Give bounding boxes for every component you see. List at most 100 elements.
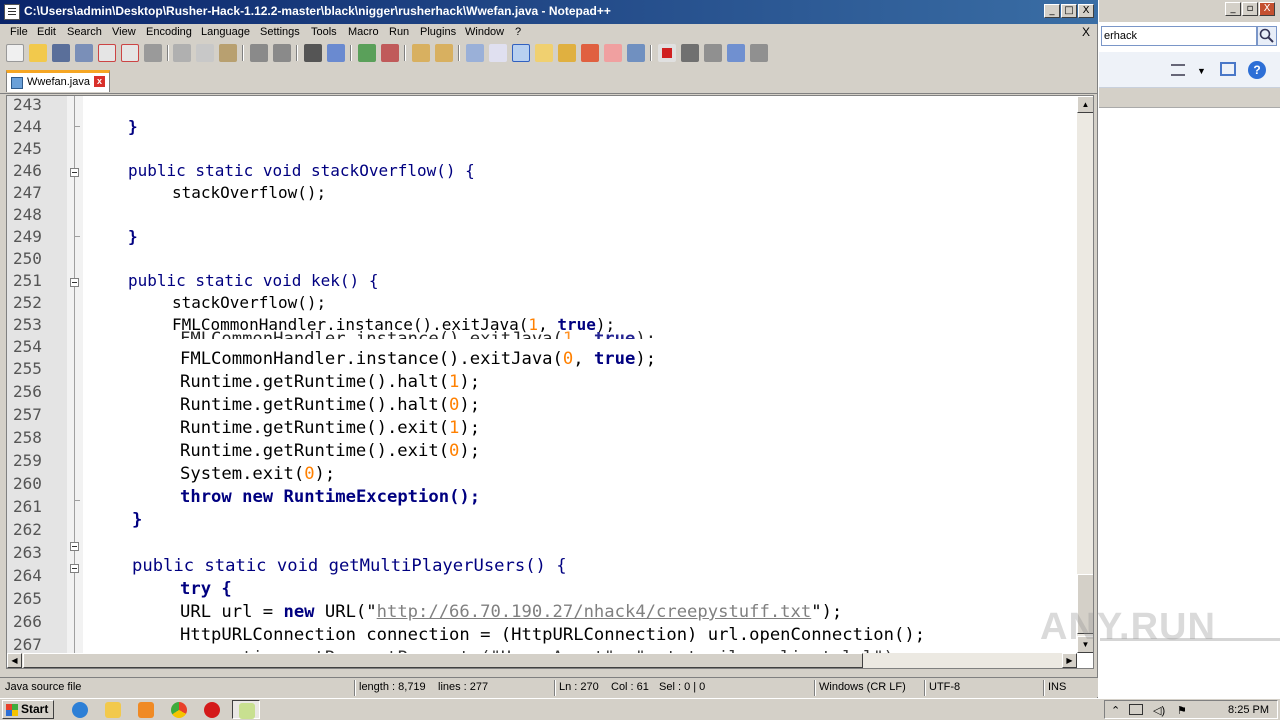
menu-run[interactable]: Run <box>389 26 409 38</box>
watermark: ANY.RUN <box>1040 606 1216 648</box>
code-line: Runtime.getRuntime().halt(0); <box>180 395 481 415</box>
stop-record-icon[interactable] <box>681 44 699 62</box>
sync-horizontal-icon[interactable] <box>435 44 453 62</box>
folder-workspace-icon[interactable] <box>604 44 622 62</box>
show-all-chars-icon[interactable] <box>489 44 507 62</box>
fold-toggle-icon[interactable] <box>70 168 79 177</box>
vertical-scrollbar[interactable]: ▲ ▼ <box>1077 96 1093 653</box>
flag-icon[interactable]: ⚑ <box>1177 704 1187 717</box>
code-line: URL url = new URL("http://66.70.190.27/n… <box>180 602 843 622</box>
save-macro-icon[interactable] <box>750 44 768 62</box>
menu-plugins[interactable]: Plugins <box>420 26 456 38</box>
line-number: 262 <box>13 520 42 539</box>
start-button[interactable]: Start <box>2 700 54 719</box>
zoom-out-icon[interactable] <box>381 44 399 62</box>
replace-icon[interactable] <box>327 44 345 62</box>
minimize-button[interactable]: _ <box>1044 4 1060 18</box>
search-input[interactable]: erhack <box>1101 26 1257 46</box>
open-file-icon[interactable] <box>29 44 47 62</box>
preview-pane-icon[interactable] <box>1220 62 1236 76</box>
function-list-icon[interactable] <box>581 44 599 62</box>
menu-settings[interactable]: Settings <box>260 26 300 38</box>
menu-view[interactable]: View <box>112 26 136 38</box>
doc-map-icon[interactable] <box>558 44 576 62</box>
user-lang-icon[interactable] <box>535 44 553 62</box>
eol-format: Windows (CR LF) <box>819 681 906 693</box>
menu-tools[interactable]: Tools <box>311 26 337 38</box>
menu-help[interactable]: ? <box>515 26 521 38</box>
redo-icon[interactable] <box>273 44 291 62</box>
bg-restore-button[interactable]: ▫ <box>1242 2 1258 16</box>
chevron-down-icon[interactable]: ▼ <box>1197 66 1206 76</box>
close-icon[interactable] <box>98 44 116 62</box>
run-multiple-icon[interactable] <box>727 44 745 62</box>
playback-icon[interactable] <box>704 44 722 62</box>
doc-length: length : 8,719 <box>359 681 426 693</box>
zoom-in-icon[interactable] <box>358 44 376 62</box>
fold-toggle-icon[interactable] <box>70 278 79 287</box>
indent-guide-icon[interactable] <box>512 44 530 62</box>
taskbar-chrome[interactable] <box>165 700 193 719</box>
menu-file[interactable]: File <box>10 26 28 38</box>
taskbar-explorer[interactable] <box>99 700 127 719</box>
code-line: public static void stackOverflow() { <box>128 161 475 180</box>
undo-icon[interactable] <box>250 44 268 62</box>
menu-macro[interactable]: Macro <box>348 26 379 38</box>
menu-language[interactable]: Language <box>201 26 250 38</box>
menu-window[interactable]: Window <box>465 26 504 38</box>
close-document-button[interactable]: X <box>1082 25 1090 39</box>
network-icon[interactable] <box>1129 704 1143 715</box>
line-number: 255 <box>13 359 42 378</box>
new-file-icon[interactable] <box>6 44 24 62</box>
code-line: stackOverflow(); <box>172 293 327 312</box>
maximize-button[interactable]: □ <box>1061 4 1077 18</box>
code-editor[interactable]: 243 244 245 246 247 248 249 250 251 252 … <box>6 95 1094 669</box>
record-macro-icon[interactable] <box>658 44 676 62</box>
volume-icon[interactable]: ◁) <box>1153 704 1165 717</box>
horizontal-scrollbar[interactable]: ◀ ▶ <box>7 653 1077 668</box>
line-number: 261 <box>13 497 42 516</box>
watermark-line <box>1100 638 1280 641</box>
notepad-app-icon <box>239 703 255 719</box>
help-icon[interactable]: ? <box>1248 61 1266 79</box>
view-options-icon[interactable] <box>1171 64 1185 76</box>
taskbar-opera[interactable] <box>198 700 226 719</box>
cut-icon[interactable] <box>173 44 191 62</box>
close-all-icon[interactable] <box>121 44 139 62</box>
notepadpp-window: C:\Users\admin\Desktop\Rusher-Hack-1.12.… <box>0 0 1098 698</box>
save-all-icon[interactable] <box>75 44 93 62</box>
scroll-up-icon[interactable]: ▲ <box>1077 96 1093 113</box>
tab-wwefan-java[interactable]: Wwefan.java x <box>6 70 110 92</box>
menu-edit[interactable]: Edit <box>37 26 56 38</box>
fold-toggle-icon[interactable] <box>70 542 79 551</box>
scroll-left-icon[interactable]: ◀ <box>7 653 22 668</box>
close-button[interactable]: X <box>1078 4 1094 18</box>
fold-toggle-icon[interactable] <box>70 564 79 573</box>
save-icon[interactable] <box>52 44 70 62</box>
scroll-right-icon[interactable]: ▶ <box>1062 653 1077 668</box>
menu-encoding[interactable]: Encoding <box>146 26 192 38</box>
title-bar[interactable]: C:\Users\admin\Desktop\Rusher-Hack-1.12.… <box>0 0 1098 24</box>
toolbar-separator <box>404 45 406 61</box>
taskbar-media[interactable] <box>132 700 160 719</box>
search-icon[interactable] <box>1257 26 1277 46</box>
chevron-up-icon[interactable]: ⌃ <box>1111 704 1120 717</box>
paste-icon[interactable] <box>219 44 237 62</box>
bg-minimize-button[interactable]: _ <box>1225 2 1241 16</box>
copy-icon[interactable] <box>196 44 214 62</box>
monitoring-icon[interactable] <box>627 44 645 62</box>
cursor-line: Ln : 270 <box>559 681 599 693</box>
find-icon[interactable] <box>304 44 322 62</box>
doc-lines: lines : 277 <box>438 681 489 693</box>
sync-vertical-icon[interactable] <box>412 44 430 62</box>
fold-end-marker <box>74 126 80 127</box>
taskbar-ie[interactable] <box>66 700 94 719</box>
print-icon[interactable] <box>144 44 162 62</box>
taskbar-notepadpp[interactable] <box>232 700 260 719</box>
bg-close-button[interactable]: X <box>1259 2 1275 16</box>
code-line: stackOverflow(); <box>172 183 327 202</box>
menu-search[interactable]: Search <box>67 26 102 38</box>
word-wrap-icon[interactable] <box>466 44 484 62</box>
scroll-thumb[interactable] <box>23 653 863 668</box>
tab-close-icon[interactable]: x <box>94 76 105 87</box>
